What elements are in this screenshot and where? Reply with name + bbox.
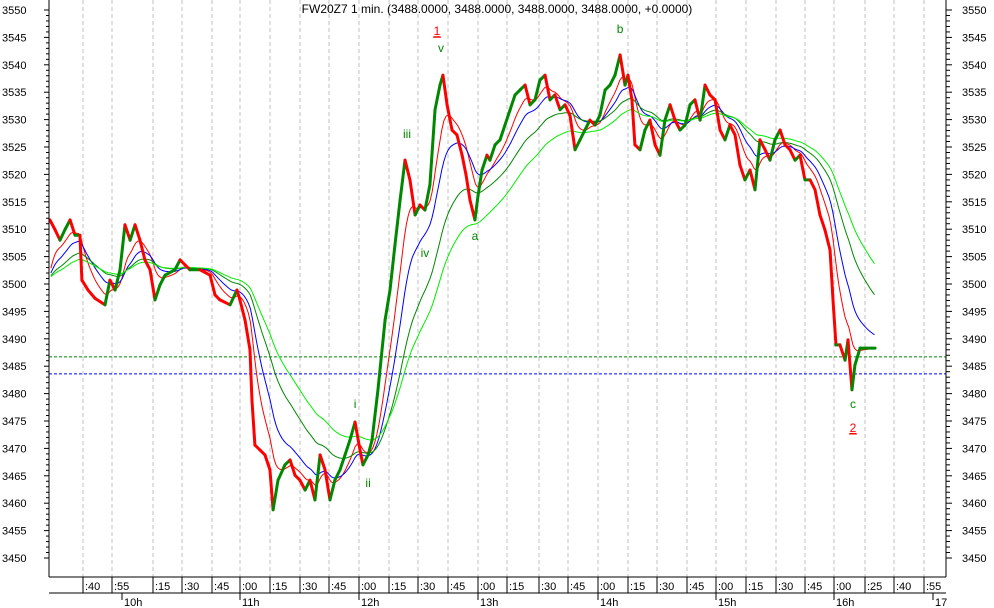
y-tick-label-left: 3505 [2, 252, 26, 264]
y-tick-label-right: 3495 [962, 306, 986, 318]
wave-label: 2 [850, 421, 857, 435]
x-tick-label: :30 [302, 581, 317, 593]
x-tick-label: :55 [926, 581, 941, 593]
x-tick-label: :30 [541, 581, 556, 593]
x-tick-label: :45 [570, 581, 585, 593]
y-tick-label-right: 3470 [962, 443, 986, 455]
y-tick-label-left: 3515 [2, 197, 26, 209]
y-tick-label-right: 3475 [962, 416, 986, 428]
y-tick-label-right: 3535 [962, 87, 986, 99]
x-tick-label: :45 [807, 581, 822, 593]
y-tick-label-right: 3460 [962, 498, 986, 510]
wave-label: ii [365, 476, 370, 490]
y-tick-label-right: 3525 [962, 142, 986, 154]
wave-label: b [617, 22, 624, 36]
x-tick-label: :00 [600, 581, 615, 593]
y-tick-label-right: 3515 [962, 197, 986, 209]
x-tick-label: :40 [896, 581, 911, 593]
y-tick-label-left: 3545 [2, 32, 26, 44]
y-tick-label-left: 3475 [2, 416, 26, 428]
x-tick-label: :25 [867, 581, 882, 593]
wave-label: iii [403, 127, 411, 141]
x-tick-label: :55 [114, 581, 129, 593]
y-tick-label-left: 3465 [2, 471, 26, 483]
y-tick-label-right: 3545 [962, 32, 986, 44]
y-tick-label-left: 3450 [2, 553, 26, 565]
y-tick-label-left: 3525 [2, 142, 26, 154]
y-tick-label-left: 3510 [2, 224, 26, 236]
y-tick-label-right: 3450 [962, 553, 986, 565]
y-tick-label-right: 3520 [962, 169, 986, 181]
wave-label: a [472, 229, 479, 243]
y-tick-label-left: 3540 [2, 60, 26, 72]
y-tick-label-right: 3485 [962, 361, 986, 373]
x-hour-label: 12h [361, 597, 379, 608]
y-tick-label-left: 3495 [2, 306, 26, 318]
y-tick-label-left: 3480 [2, 389, 26, 401]
y-tick-label-right: 3510 [962, 224, 986, 236]
x-tick-label: :30 [659, 581, 674, 593]
x-hour-label: 15h [718, 597, 736, 608]
x-tick-label: :45 [214, 581, 229, 593]
x-tick-label: :40 [85, 581, 100, 593]
chart-title: FW20Z7 1 min. (3488.0000, 3488.0000, 348… [302, 2, 693, 16]
price-segment-down [248, 348, 254, 402]
y-tick-label-left: 3460 [2, 498, 26, 510]
price-chart: 1viiiivabiiic2 :40:55:15:30:45:00:15:30:… [0, 0, 994, 608]
y-tick-label-right: 3540 [962, 60, 986, 72]
wave-label: 1 [434, 24, 441, 38]
y-tick-label-left: 3490 [2, 334, 26, 346]
x-tick-label: :15 [272, 581, 287, 593]
x-tick-label: :00 [242, 581, 257, 593]
x-tick-label: :00 [361, 581, 376, 593]
y-tick-label-right: 3505 [962, 252, 986, 264]
x-hour-label: 14h [600, 597, 618, 608]
x-tick-label: :15 [391, 581, 406, 593]
y-tick-label-left: 3550 [2, 5, 26, 17]
y-tick-label-right: 3480 [962, 389, 986, 401]
x-tick-label: :30 [420, 581, 435, 593]
x-tick-label: :15 [155, 581, 170, 593]
x-tick-label: :15 [509, 581, 524, 593]
wave-label: iv [421, 246, 430, 260]
x-tick-label: :45 [689, 581, 704, 593]
y-tick-label-left: 3500 [2, 279, 26, 291]
x-tick-label: :00 [718, 581, 733, 593]
x-tick-label: :15 [748, 581, 763, 593]
y-tick-label-right: 3500 [962, 279, 986, 291]
y-tick-label-left: 3530 [2, 115, 26, 127]
x-tick-label: :45 [450, 581, 465, 593]
x-tick-label: :30 [778, 581, 793, 593]
y-tick-label-left: 3470 [2, 443, 26, 455]
wave-label: i [354, 397, 357, 411]
y-tick-label-right: 3465 [962, 471, 986, 483]
y-tick-label-right: 3530 [962, 115, 986, 127]
y-tick-label-left: 3520 [2, 169, 26, 181]
wave-label: c [850, 397, 856, 411]
price-segment-down [78, 233, 84, 282]
x-hour-label: 10h [124, 597, 142, 608]
y-tick-label-left: 3535 [2, 87, 26, 99]
wave-label: v [438, 41, 444, 55]
x-hour-label: 13h [480, 597, 498, 608]
x-tick-label: :00 [836, 581, 851, 593]
y-tick-label-right: 3490 [962, 334, 986, 346]
x-tick-label: :45 [331, 581, 346, 593]
x-hour-label: 17 [935, 597, 947, 608]
x-hour-label: 11h [242, 597, 260, 608]
x-tick-label: :15 [630, 581, 645, 593]
y-tick-label-right: 3455 [962, 526, 986, 538]
y-tick-label-right: 3550 [962, 5, 986, 17]
x-tick-label: :00 [480, 581, 495, 593]
y-tick-label-left: 3485 [2, 361, 26, 373]
x-hour-label: 16h [836, 597, 854, 608]
chart-background [0, 0, 994, 608]
y-tick-label-left: 3455 [2, 526, 26, 538]
x-tick-label: :30 [184, 581, 199, 593]
